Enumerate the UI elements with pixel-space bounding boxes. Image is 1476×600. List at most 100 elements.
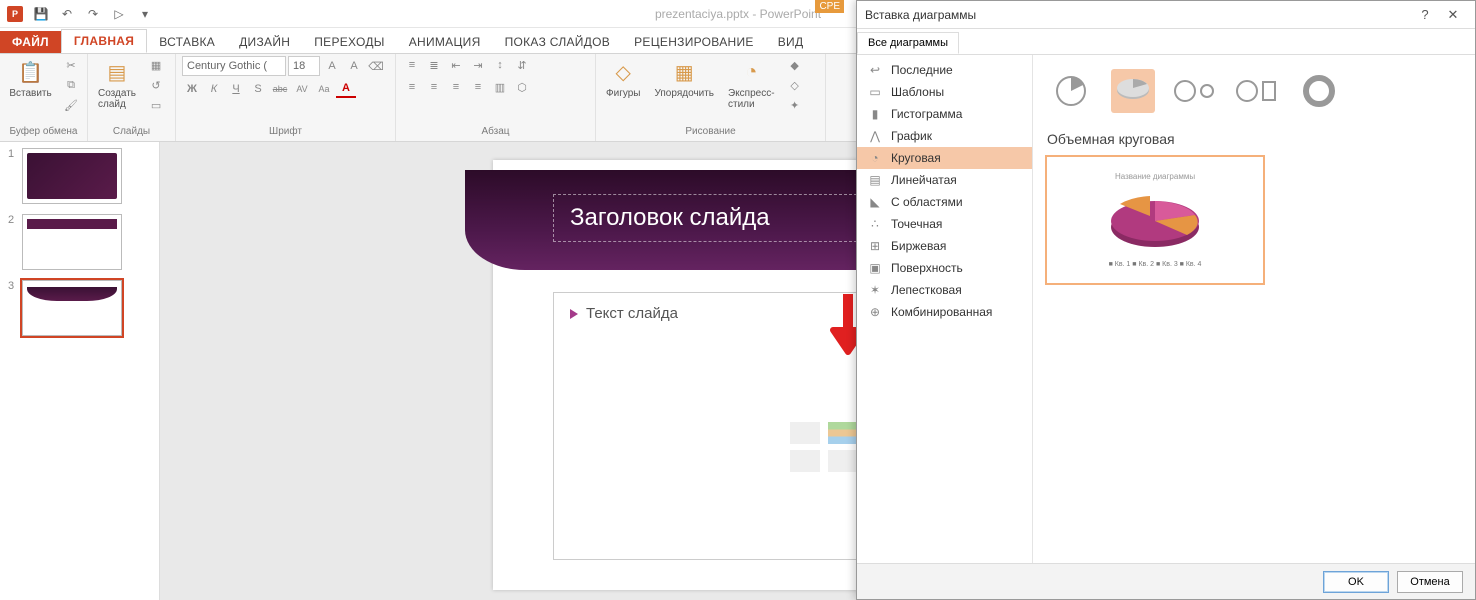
numbering-icon[interactable]: ≣: [424, 56, 444, 74]
font-size-combo[interactable]: 18: [288, 56, 320, 76]
underline-button[interactable]: Ч: [226, 80, 246, 98]
paste-button[interactable]: 📋 Вставить: [6, 56, 55, 101]
pie-subtype-bar-of-pie[interactable]: [1235, 69, 1279, 113]
category-label: Поверхность: [891, 261, 963, 275]
shape-fill-icon[interactable]: ◆: [785, 56, 805, 74]
shrink-font-icon[interactable]: A: [344, 57, 364, 75]
paste-icon: 📋: [17, 58, 45, 86]
chart-preview-title: Объемная круговая: [1047, 131, 1463, 147]
tab-review[interactable]: РЕЦЕНЗИРОВАНИЕ: [622, 31, 766, 53]
justify-icon[interactable]: ≡: [468, 78, 488, 96]
pie-subtype-3d[interactable]: [1111, 69, 1155, 113]
app-icon: P: [4, 3, 26, 25]
align-left-icon[interactable]: ≡: [402, 78, 422, 96]
tab-slideshow[interactable]: ПОКАЗ СЛАЙДОВ: [493, 31, 623, 53]
slide-thumbnail-1[interactable]: [22, 148, 122, 204]
slide-thumbnail-3[interactable]: [22, 280, 122, 336]
qat-save-icon[interactable]: 💾: [30, 3, 52, 25]
chart-category-график[interactable]: ⋀График: [857, 125, 1032, 147]
pie-subtype-pie-of-pie[interactable]: [1173, 69, 1217, 113]
text-direction-icon[interactable]: ⇵: [512, 56, 532, 74]
dialog-tab-all[interactable]: Все диаграммы: [857, 32, 959, 54]
tab-transitions[interactable]: ПЕРЕХОДЫ: [302, 31, 396, 53]
qat-start-icon[interactable]: ▷: [108, 3, 130, 25]
category-icon: ▮: [867, 107, 883, 121]
tab-insert[interactable]: ВСТАВКА: [147, 31, 227, 53]
outdent-icon[interactable]: ⇤: [446, 56, 466, 74]
thumb-number: 3: [8, 280, 18, 292]
tab-file[interactable]: ФАЙЛ: [0, 31, 61, 53]
format-painter-icon[interactable]: 🖌: [61, 96, 81, 114]
chart-category-биржевая[interactable]: ⊞Биржевая: [857, 235, 1032, 257]
italic-button[interactable]: К: [204, 80, 224, 98]
chart-category-комбинированная[interactable]: ⊕Комбинированная: [857, 301, 1032, 323]
strike-button[interactable]: abc: [270, 80, 290, 98]
cancel-button[interactable]: Отмена: [1397, 571, 1463, 593]
chart-category-линейчатая[interactable]: ▤ Линейчатая: [857, 169, 1032, 191]
slide-thumbnail-2[interactable]: [22, 214, 122, 270]
font-color-button[interactable]: A: [336, 80, 356, 98]
category-icon: ↩: [867, 63, 883, 77]
dialog-close-button[interactable]: ✕: [1439, 7, 1467, 23]
chart-preview-thumbnail[interactable]: Название диаграммы ■ Кв. 1 ■ Кв. 2 ■ Кв.…: [1045, 155, 1265, 285]
category-icon: ◔: [867, 151, 883, 165]
bold-button[interactable]: Ж: [182, 80, 202, 98]
shapes-button[interactable]: ◇ Фигуры: [602, 56, 644, 101]
shape-outline-icon[interactable]: ◇: [785, 76, 805, 94]
copy-icon[interactable]: ⧉: [61, 76, 81, 94]
chart-category-точечная[interactable]: ∴Точечная: [857, 213, 1032, 235]
qat-more-icon[interactable]: ▾: [134, 3, 156, 25]
ok-button[interactable]: OK: [1323, 571, 1389, 593]
smartart-icon[interactable]: ⬡: [512, 78, 532, 96]
qat-undo-icon[interactable]: ↶: [56, 3, 78, 25]
qat-redo-icon[interactable]: ↷: [82, 3, 104, 25]
quick-styles-button[interactable]: ◔ Экспресс- стили: [724, 56, 779, 112]
align-center-icon[interactable]: ≡: [424, 78, 444, 96]
insert-chart-icon[interactable]: [828, 422, 858, 444]
case-button[interactable]: Aa: [314, 80, 334, 98]
new-slide-button[interactable]: ▤ Создать слайд: [94, 56, 140, 112]
columns-icon[interactable]: ▥: [490, 78, 510, 96]
clear-format-icon[interactable]: ⌫: [366, 57, 386, 75]
category-icon: ▣: [867, 261, 883, 275]
line-spacing-icon[interactable]: ↕: [490, 56, 510, 74]
chart-category-с областями[interactable]: ◣С областями: [857, 191, 1032, 213]
grow-font-icon[interactable]: A: [322, 57, 342, 75]
category-label: Линейчатая: [891, 173, 957, 187]
shape-effects-icon[interactable]: ✦: [785, 96, 805, 114]
category-icon: ▭: [867, 85, 883, 99]
bullets-icon[interactable]: ≡: [402, 56, 422, 74]
spacing-button[interactable]: AV: [292, 80, 312, 98]
chart-category-лепестковая[interactable]: ✶Лепестковая: [857, 279, 1032, 301]
chart-category-list: ↩Последние▭Шаблоны▮Гистограмма⋀График◔Кр…: [857, 55, 1033, 563]
tab-animation[interactable]: АНИМАЦИЯ: [397, 31, 493, 53]
arrange-button[interactable]: ▦ Упорядочить: [650, 56, 718, 101]
pie-subtype-2d[interactable]: [1049, 69, 1093, 113]
font-family-combo[interactable]: Century Gothic (: [182, 56, 286, 76]
tab-view[interactable]: ВИД: [766, 31, 816, 53]
category-icon: ⋀: [867, 129, 883, 143]
category-icon: ∴: [867, 217, 883, 231]
chart-category-последние[interactable]: ↩Последние: [857, 59, 1032, 81]
chart-category-гистограмма[interactable]: ▮Гистограмма: [857, 103, 1032, 125]
category-icon: ▤: [867, 173, 883, 187]
indent-icon[interactable]: ⇥: [468, 56, 488, 74]
cut-icon[interactable]: ✂: [61, 56, 81, 74]
insert-picture-icon[interactable]: [790, 450, 820, 472]
layout-icon[interactable]: ▦: [146, 56, 166, 74]
shadow-button[interactable]: S: [248, 80, 268, 98]
reset-icon[interactable]: ↺: [146, 76, 166, 94]
tab-home[interactable]: ГЛАВНАЯ: [61, 29, 147, 53]
section-icon[interactable]: ▭: [146, 96, 166, 114]
insert-online-picture-icon[interactable]: [828, 450, 858, 472]
dialog-help-button[interactable]: ?: [1411, 7, 1439, 22]
chart-category-шаблоны[interactable]: ▭Шаблоны: [857, 81, 1032, 103]
tab-design[interactable]: ДИЗАЙН: [227, 31, 302, 53]
category-icon: ⊞: [867, 239, 883, 253]
pie-subtype-doughnut[interactable]: [1297, 69, 1341, 113]
align-right-icon[interactable]: ≡: [446, 78, 466, 96]
slide-thumbnails-panel[interactable]: 1 2 3: [0, 142, 160, 600]
insert-table-icon[interactable]: [790, 422, 820, 444]
chart-category-круговая[interactable]: ◔Круговая: [857, 147, 1032, 169]
chart-category-поверхность[interactable]: ▣ Поверхность: [857, 257, 1032, 279]
